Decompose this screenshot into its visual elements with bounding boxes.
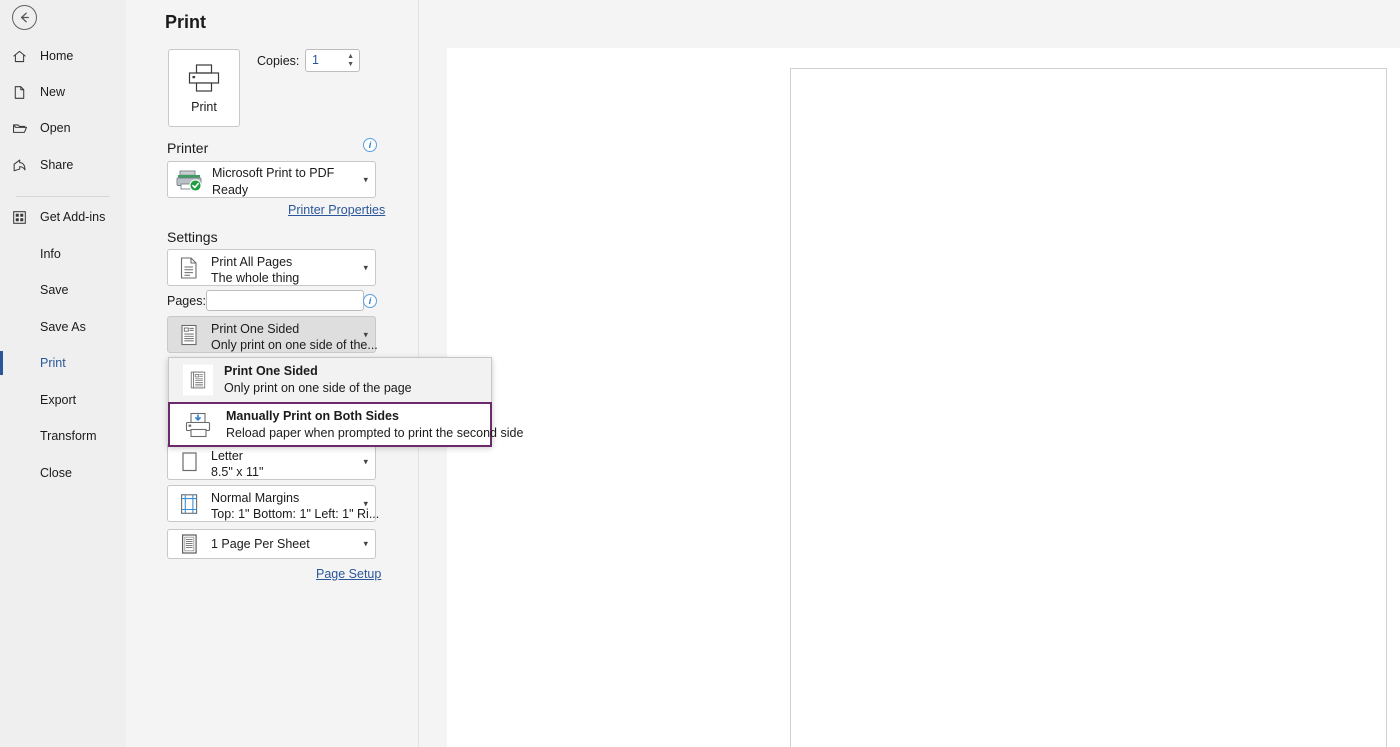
sidebar-item-share[interactable]: Share [0,151,126,179]
sidebar-item-label: Print [40,356,66,370]
chevron-down-icon[interactable]: ▾ [363,174,368,185]
sidebar-item-save[interactable]: Save [0,276,126,304]
pages-label: Pages: [167,294,206,308]
dropdown-item-title: Print One Sided [224,364,318,378]
sidebar-item-label: Open [40,121,71,135]
spinner-up-icon[interactable]: ▲ [347,53,354,61]
sidebar-item-close[interactable]: Close [0,459,126,487]
print-range-sub: The whole thing [211,271,300,285]
printer-select[interactable]: Microsoft Print to PDF Ready ▾ [167,161,376,198]
sidebar-item-transform[interactable]: Transform [0,422,126,450]
one-sided-icon [183,364,213,396]
paper-size-main: Letter [211,449,243,463]
duplex-select[interactable]: Print One Sided Only print on one side o… [167,316,378,353]
sidebar-item-home[interactable]: Home [0,42,126,70]
one-sided-icon [176,323,202,347]
sidebar-item-new[interactable]: New [0,78,126,106]
nav-divider [16,196,110,197]
pages-per-sheet-icon [176,532,202,556]
copies-value: 1 [312,53,319,67]
sidebar-item-label: Close [40,466,72,480]
print-button[interactable]: Print [168,49,240,127]
printer-ready-icon [174,168,206,192]
margins-icon [176,492,202,516]
printer-properties-link[interactable]: Printer Properties [288,203,385,217]
chevron-down-icon[interactable]: ▾ [363,262,368,273]
document-all-pages-icon [176,256,202,280]
page-preview [790,68,1387,747]
pages-input[interactable] [206,290,364,311]
addins-icon [12,210,36,225]
dropdown-item-print-one-sided[interactable]: Print One Sided Only print on one side o… [169,358,491,402]
backstage-nav: Home New Open Share Get Add-ins Info Sav… [0,0,126,747]
both-sides-icon [184,412,214,438]
dropdown-item-description: Only print on one side of the page [224,381,412,395]
page-title: Print [165,12,207,32]
folder-icon [12,121,36,136]
dropdown-item-manually-print-on-both-sides[interactable]: Manually Print on Both Sides Reload pape… [168,402,523,447]
sidebar-item-open[interactable]: Open [0,114,126,142]
copies-stepper[interactable]: 1 ▲ ▼ [305,49,360,72]
sidebar-item-label: Save [40,283,69,297]
print-range-main: Print All Pages [211,255,293,269]
sidebar-item-label: Export [40,393,77,407]
sidebar-item-save-as[interactable]: Save As [0,313,126,341]
chevron-down-icon[interactable]: ▾ [363,498,368,509]
paper-portrait-icon [176,450,202,474]
dropdown-item-title: Manually Print on Both Sides [226,409,399,423]
dropdown-item-description: Reload paper when prompted to print the … [226,426,524,440]
back-arrow-icon[interactable] [12,5,37,30]
chevron-down-icon[interactable]: ▾ [363,329,368,340]
share-icon [12,158,36,173]
settings-section-label: Settings [167,229,218,245]
sidebar-item-label: Info [40,247,61,261]
sidebar-item-label: Get Add-ins [40,210,106,224]
margins-select[interactable]: Normal Margins Top: 1" Bottom: 1" Left: … [167,485,380,522]
sidebar-item-print[interactable]: Print [0,349,126,377]
active-indicator [0,351,3,375]
pages-per-sheet-select[interactable]: 1 Page Per Sheet ▾ [167,529,376,559]
spinner-down-icon[interactable]: ▼ [347,61,354,69]
margins-main: Normal Margins [211,491,300,505]
sidebar-item-export[interactable]: Export [0,386,126,414]
duplex-sub: Only print on one side of the... [211,338,378,352]
sidebar-item-label: Transform [40,429,97,443]
sidebar-item-label: New [40,85,66,99]
copies-label: Copies: [257,54,300,68]
print-button-label: Print [191,99,217,114]
duplex-main: Print One Sided [211,322,300,336]
sidebar-item-label: Share [40,158,74,172]
printer-name: Microsoft Print to PDF [212,166,335,180]
pages-info-icon[interactable]: i [363,294,377,308]
printer-section-label: Printer [167,140,209,156]
print-range-select[interactable]: Print All Pages The whole thing ▾ [167,249,376,286]
chevron-down-icon[interactable]: ▾ [363,539,368,550]
preview-top-band [447,0,1400,48]
pages-per-sheet-main: 1 Page Per Sheet [211,537,310,551]
page-icon [12,85,36,100]
sidebar-item-label: Save As [40,320,86,334]
chevron-down-icon[interactable]: ▾ [363,456,368,467]
margins-sub: Top: 1" Bottom: 1" Left: 1" Ri... [211,507,380,521]
page-setup-link[interactable]: Page Setup [316,567,381,581]
printer-info-icon[interactable]: i [363,138,377,152]
sidebar-item-label: Home [40,49,74,63]
copies-spinner-arrows[interactable]: ▲ ▼ [347,53,354,69]
sidebar-item-info[interactable]: Info [0,240,126,268]
printer-status: Ready [212,183,249,197]
printer-icon [187,63,221,96]
sidebar-item-get-add-ins[interactable]: Get Add-ins [0,203,126,231]
home-icon [12,49,36,64]
duplex-dropdown-menu: Print One Sided Only print on one side o… [168,357,523,447]
paper-size-select[interactable]: Letter 8.5" x 11" ▾ [167,443,376,480]
paper-size-sub: 8.5" x 11" [211,465,264,479]
